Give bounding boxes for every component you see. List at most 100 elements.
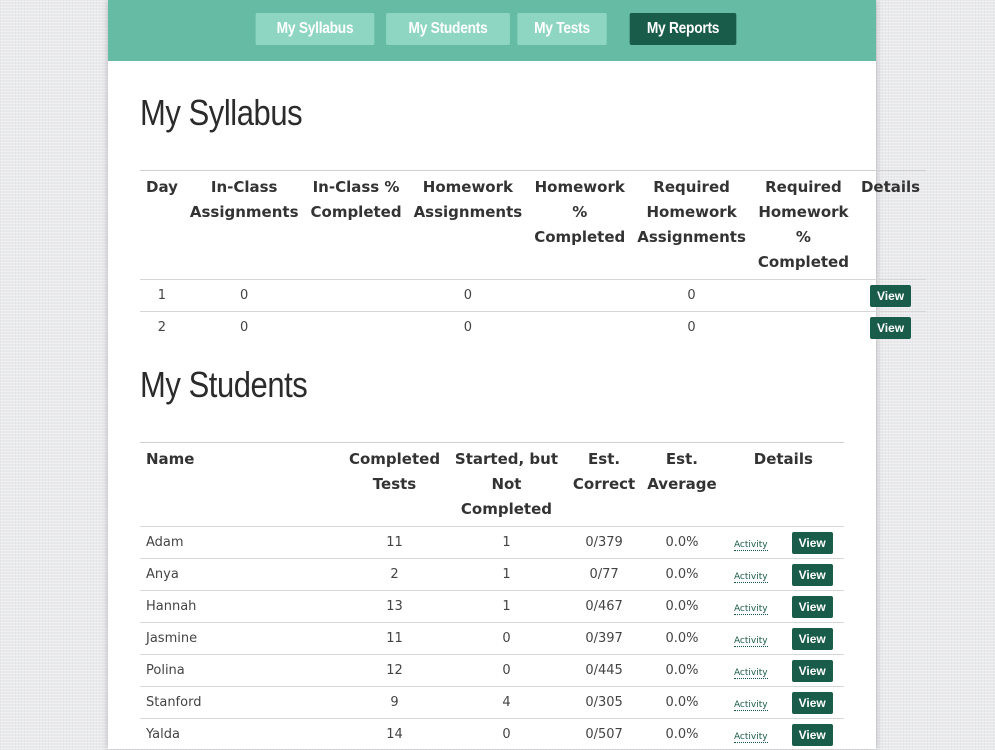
syllabus-req-homework-pct bbox=[752, 312, 855, 344]
col-details: Details bbox=[855, 171, 926, 280]
student-started-not-completed: 0 bbox=[446, 655, 567, 687]
student-details: Activity View bbox=[723, 559, 844, 591]
view-button[interactable]: View bbox=[792, 692, 833, 714]
view-button[interactable]: View bbox=[792, 532, 833, 554]
col-est-correct: Est. Correct bbox=[567, 443, 641, 527]
student-completed-tests: 14 bbox=[343, 719, 446, 750]
students-title: My Students bbox=[140, 364, 307, 406]
student-row: Hannah1310/4670.0% Activity View bbox=[140, 591, 844, 623]
activity-link[interactable]: Activity bbox=[734, 700, 768, 711]
student-est-average: 0.0% bbox=[641, 719, 722, 750]
student-est-correct: 0/467 bbox=[567, 591, 641, 623]
student-row: Yalda1400/5070.0% Activity View bbox=[140, 719, 844, 750]
syllabus-table: Day In-Class Assignments In-Class % Comp… bbox=[140, 170, 926, 343]
syllabus-req-homework-pct bbox=[752, 280, 855, 312]
students-header-row: Name Completed Tests Started, but Not Co… bbox=[140, 443, 844, 527]
student-started-not-completed: 4 bbox=[446, 687, 567, 719]
col-details: Details bbox=[723, 443, 844, 527]
student-completed-tests: 2 bbox=[343, 559, 446, 591]
student-name: Hannah bbox=[140, 591, 343, 623]
syllabus-inclass-pct bbox=[305, 280, 408, 312]
view-button[interactable]: View bbox=[792, 660, 833, 682]
student-completed-tests: 11 bbox=[343, 527, 446, 559]
student-est-correct: 0/379 bbox=[567, 527, 641, 559]
student-started-not-completed: 0 bbox=[446, 719, 567, 750]
student-started-not-completed: 1 bbox=[446, 591, 567, 623]
syllabus-day: 2 bbox=[140, 312, 184, 344]
activity-link[interactable]: Activity bbox=[734, 604, 768, 615]
syllabus-details: View bbox=[855, 312, 926, 344]
student-est-average: 0.0% bbox=[641, 623, 722, 655]
student-row: Stanford940/3050.0%ActivityView bbox=[140, 687, 844, 719]
student-row: Jasmine1100/3970.0% Activity View bbox=[140, 623, 844, 655]
col-completed-tests: Completed Tests bbox=[343, 443, 446, 527]
student-details: Activity View bbox=[723, 719, 844, 750]
student-completed-tests: 11 bbox=[343, 623, 446, 655]
col-inclass-assignments: In-Class Assignments bbox=[184, 171, 305, 280]
student-row: Adam1110/3790.0%ActivityView bbox=[140, 527, 844, 559]
student-row: Anya210/770.0%ActivityView bbox=[140, 559, 844, 591]
syllabus-inclass-pct bbox=[305, 312, 408, 344]
col-homework-pct: Homework % Completed bbox=[528, 171, 631, 280]
activity-link[interactable]: Activity bbox=[734, 668, 768, 679]
syllabus-homework-pct bbox=[528, 280, 631, 312]
student-details: Activity View bbox=[723, 527, 844, 559]
student-est-correct: 0/507 bbox=[567, 719, 641, 750]
syllabus-homework: 0 bbox=[408, 280, 529, 312]
student-started-not-completed: 0 bbox=[446, 623, 567, 655]
col-homework-assignments: Homework Assignments bbox=[408, 171, 529, 280]
student-name: Polina bbox=[140, 655, 343, 687]
activity-link[interactable]: Activity bbox=[734, 540, 768, 551]
student-name: Anya bbox=[140, 559, 343, 591]
student-details: Activity View bbox=[723, 687, 844, 719]
view-button[interactable]: View bbox=[792, 724, 833, 746]
syllabus-inclass: 0 bbox=[184, 312, 305, 344]
nav-my-reports[interactable]: My Reports bbox=[630, 13, 737, 45]
student-started-not-completed: 1 bbox=[446, 527, 567, 559]
nav-my-syllabus[interactable]: My Syllabus bbox=[256, 13, 375, 45]
top-navbar: My Syllabus My Students My Tests My Repo… bbox=[108, 0, 876, 61]
student-est-average: 0.0% bbox=[641, 655, 722, 687]
student-est-average: 0.0% bbox=[641, 527, 722, 559]
col-inclass-pct: In-Class % Completed bbox=[305, 171, 408, 280]
student-row: Polina1200/4450.0% Activity View bbox=[140, 655, 844, 687]
student-name: Jasmine bbox=[140, 623, 343, 655]
student-completed-tests: 12 bbox=[343, 655, 446, 687]
col-required-homework: Required Homework Assignments bbox=[631, 171, 752, 280]
nav-my-tests[interactable]: My Tests bbox=[517, 13, 606, 45]
student-est-average: 0.0% bbox=[641, 591, 722, 623]
student-name: Stanford bbox=[140, 687, 343, 719]
nav-my-students[interactable]: My Students bbox=[386, 13, 510, 45]
syllabus-header-row: Day In-Class Assignments In-Class % Comp… bbox=[140, 171, 926, 280]
students-table: Name Completed Tests Started, but Not Co… bbox=[140, 442, 844, 750]
syllabus-day: 1 bbox=[140, 280, 184, 312]
col-required-homework-pct: Required Homework % Completed bbox=[752, 171, 855, 280]
student-started-not-completed: 1 bbox=[446, 559, 567, 591]
syllabus-title: My Syllabus bbox=[140, 92, 302, 134]
student-details: Activity View bbox=[723, 591, 844, 623]
view-button[interactable]: View bbox=[792, 564, 833, 586]
view-button[interactable]: View bbox=[792, 628, 833, 650]
view-button[interactable]: View bbox=[870, 317, 911, 339]
student-name: Yalda bbox=[140, 719, 343, 750]
student-completed-tests: 13 bbox=[343, 591, 446, 623]
view-button[interactable]: View bbox=[870, 285, 911, 307]
activity-link[interactable]: Activity bbox=[734, 636, 768, 647]
col-day: Day bbox=[140, 171, 184, 280]
syllabus-row: 2 0 0 0 View bbox=[140, 312, 926, 344]
activity-link[interactable]: Activity bbox=[734, 572, 768, 583]
view-button[interactable]: View bbox=[792, 596, 833, 618]
syllabus-req-homework: 0 bbox=[631, 280, 752, 312]
student-est-correct: 0/397 bbox=[567, 623, 641, 655]
syllabus-details: View bbox=[855, 280, 926, 312]
student-est-average: 0.0% bbox=[641, 559, 722, 591]
syllabus-req-homework: 0 bbox=[631, 312, 752, 344]
student-name: Adam bbox=[140, 527, 343, 559]
col-started-not-completed: Started, but Not Completed bbox=[446, 443, 567, 527]
activity-link[interactable]: Activity bbox=[734, 732, 768, 743]
syllabus-row: 1 0 0 0 View bbox=[140, 280, 926, 312]
student-completed-tests: 9 bbox=[343, 687, 446, 719]
student-est-average: 0.0% bbox=[641, 687, 722, 719]
student-est-correct: 0/445 bbox=[567, 655, 641, 687]
student-details: Activity View bbox=[723, 655, 844, 687]
